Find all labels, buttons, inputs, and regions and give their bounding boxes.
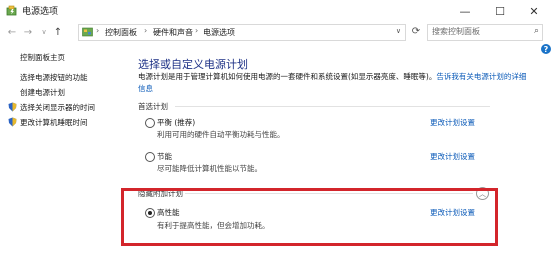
control-panel-icon [82,27,93,37]
back-arrow-icon[interactable]: ← [6,25,18,39]
minimize-button[interactable]: — [448,0,482,22]
breadcrumb-control-panel[interactable]: 控制面板 [105,27,137,38]
plan-balanced-radio[interactable] [145,118,155,128]
address-dropdown-icon[interactable]: ∨ [396,27,401,35]
up-arrow-icon[interactable]: ↑ [52,25,64,39]
search-icon[interactable]: ⌕ [534,26,539,36]
breadcrumb-hardware-sound[interactable]: 硬件和声音 [153,27,193,38]
plan-balanced-desc: 利用可用的硬件自动平衡功耗与性能。 [157,130,285,139]
shield-icon [8,102,17,112]
search-input[interactable] [432,27,522,36]
plan-power-saver-desc: 尽可能降低计算机性能以节能。 [157,164,262,173]
section-divider [175,106,490,107]
breadcrumb-power-options[interactable]: 电源选项 [203,27,235,38]
maximize-button[interactable]: ☐ [483,0,517,22]
description-text: 电源计划是用于管理计算机如何使用电源的一套硬件和系统设置(如显示器亮度、睡眠等)… [138,72,437,81]
window-title: 电源选项 [22,7,59,17]
close-button[interactable]: ✕ [517,0,551,22]
plan-power-saver-radio[interactable] [145,152,155,162]
plan-power-saver-name: 节能 [157,152,172,161]
sidebar-item-control-panel-home[interactable]: 控制面板主页 [20,52,65,63]
plan-balanced-settings-link[interactable]: 更改计划设置 [430,117,475,128]
sidebar-item-display-off-time[interactable]: 选择关闭显示器的时间 [20,102,95,113]
shield-icon [8,117,17,127]
sidebar-item-sleep-time[interactable]: 更改计算机睡眠时间 [20,117,88,128]
sidebar: 控制面板主页 选择电源按钮的功能 创建电源计划 选择关闭显示器的时间 更改计算机… [0,44,130,259]
breadcrumb-separator: › [144,26,148,35]
address-box[interactable]: › 控制面板 › 硬件和声音 › 电源选项 ∨ [78,24,406,41]
breadcrumb-separator: › [195,26,199,35]
page-description: 电源计划是用于管理计算机如何使用电源的一套硬件和系统设置(如显示器亮度、睡眠等)… [138,71,533,95]
help-icon[interactable]: ? [541,44,551,54]
forward-arrow-icon[interactable]: → [22,25,34,39]
power-options-icon [6,5,17,16]
page-title: 选择或自定义电源计划 [138,58,248,71]
sidebar-item-create-plan[interactable]: 创建电源计划 [20,87,65,98]
sidebar-item-power-button[interactable]: 选择电源按钮的功能 [20,72,88,83]
plan-power-saver-settings-link[interactable]: 更改计划设置 [430,151,475,162]
recent-locations-icon[interactable]: ∨ [38,25,50,39]
breadcrumb-separator: › [96,26,100,35]
address-bar: ← → ∨ ↑ › 控制面板 › 硬件和声音 › 电源选项 ∨ ⟳ ⌕ [0,22,551,42]
title-bar: 电源选项 — ☐ ✕ [0,0,551,22]
plan-balanced-name: 平衡 (推荐) [157,118,196,127]
preferred-plans-label: 首选计划 [138,102,168,111]
highlight-annotation-box [121,188,498,246]
search-box[interactable]: ⌕ [427,24,543,41]
refresh-icon[interactable]: ⟳ [408,24,424,39]
